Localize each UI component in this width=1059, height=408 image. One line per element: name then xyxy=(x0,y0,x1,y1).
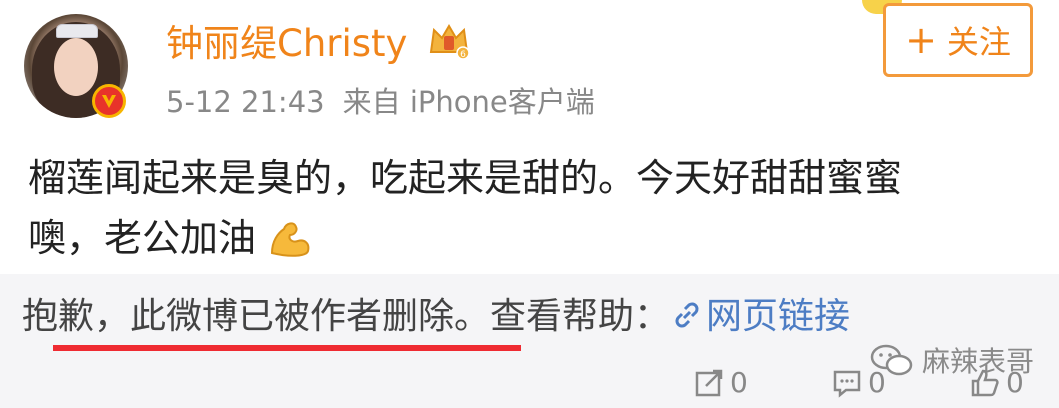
repost-icon xyxy=(695,369,723,396)
content-line-1: 榴莲闻起来是臭的，吃起来是甜的。今天好甜甜蜜蜜 xyxy=(28,156,903,200)
post-timestamp: 5-12 21:43 xyxy=(166,85,325,119)
verified-v-icon xyxy=(92,84,126,118)
like-action[interactable]: 0 xyxy=(970,366,1024,399)
comment-icon xyxy=(833,370,861,398)
muscle-emoji-icon xyxy=(271,222,310,257)
link-text: 网页链接 xyxy=(706,296,851,337)
comment-action[interactable]: 0 xyxy=(832,366,886,399)
red-underline xyxy=(53,345,521,351)
post-content: 榴莲闻起来是臭的，吃起来是甜的。今天好甜甜蜜蜜 噢，老公加油 xyxy=(28,148,1018,268)
link-icon xyxy=(675,302,699,328)
author-name[interactable]: 钟丽缇Christy xyxy=(166,20,407,68)
repost-count: 0 xyxy=(730,366,748,399)
avatar-tiara xyxy=(56,24,98,38)
plus-icon: + xyxy=(905,18,937,62)
repost-action[interactable]: 0 xyxy=(694,366,748,399)
avatar-face xyxy=(54,38,98,96)
content-line-2-text: 噢，老公加油 xyxy=(28,216,257,260)
post-meta: 5-12 21:43 来自 iPhone客户端 xyxy=(166,82,613,122)
follow-button[interactable]: + 关注 xyxy=(883,3,1033,77)
content-line-2: 噢，老公加油 xyxy=(28,208,1018,268)
follow-label: 关注 xyxy=(946,23,1011,61)
like-icon xyxy=(971,369,999,396)
deleted-notice: 抱歉，此微博已被作者删除。查看帮助： 网页链接 xyxy=(22,292,850,342)
help-link[interactable]: 网页链接 xyxy=(670,296,850,337)
post-source[interactable]: 来自 iPhone客户端 xyxy=(343,85,595,119)
comment-count: 0 xyxy=(868,366,886,399)
crown-level-icon: 6 xyxy=(429,24,470,60)
svg-text:6: 6 xyxy=(460,50,466,60)
like-count: 0 xyxy=(1006,366,1024,399)
deleted-notice-text: 抱歉，此微博已被作者删除。查看帮助： xyxy=(22,296,671,337)
